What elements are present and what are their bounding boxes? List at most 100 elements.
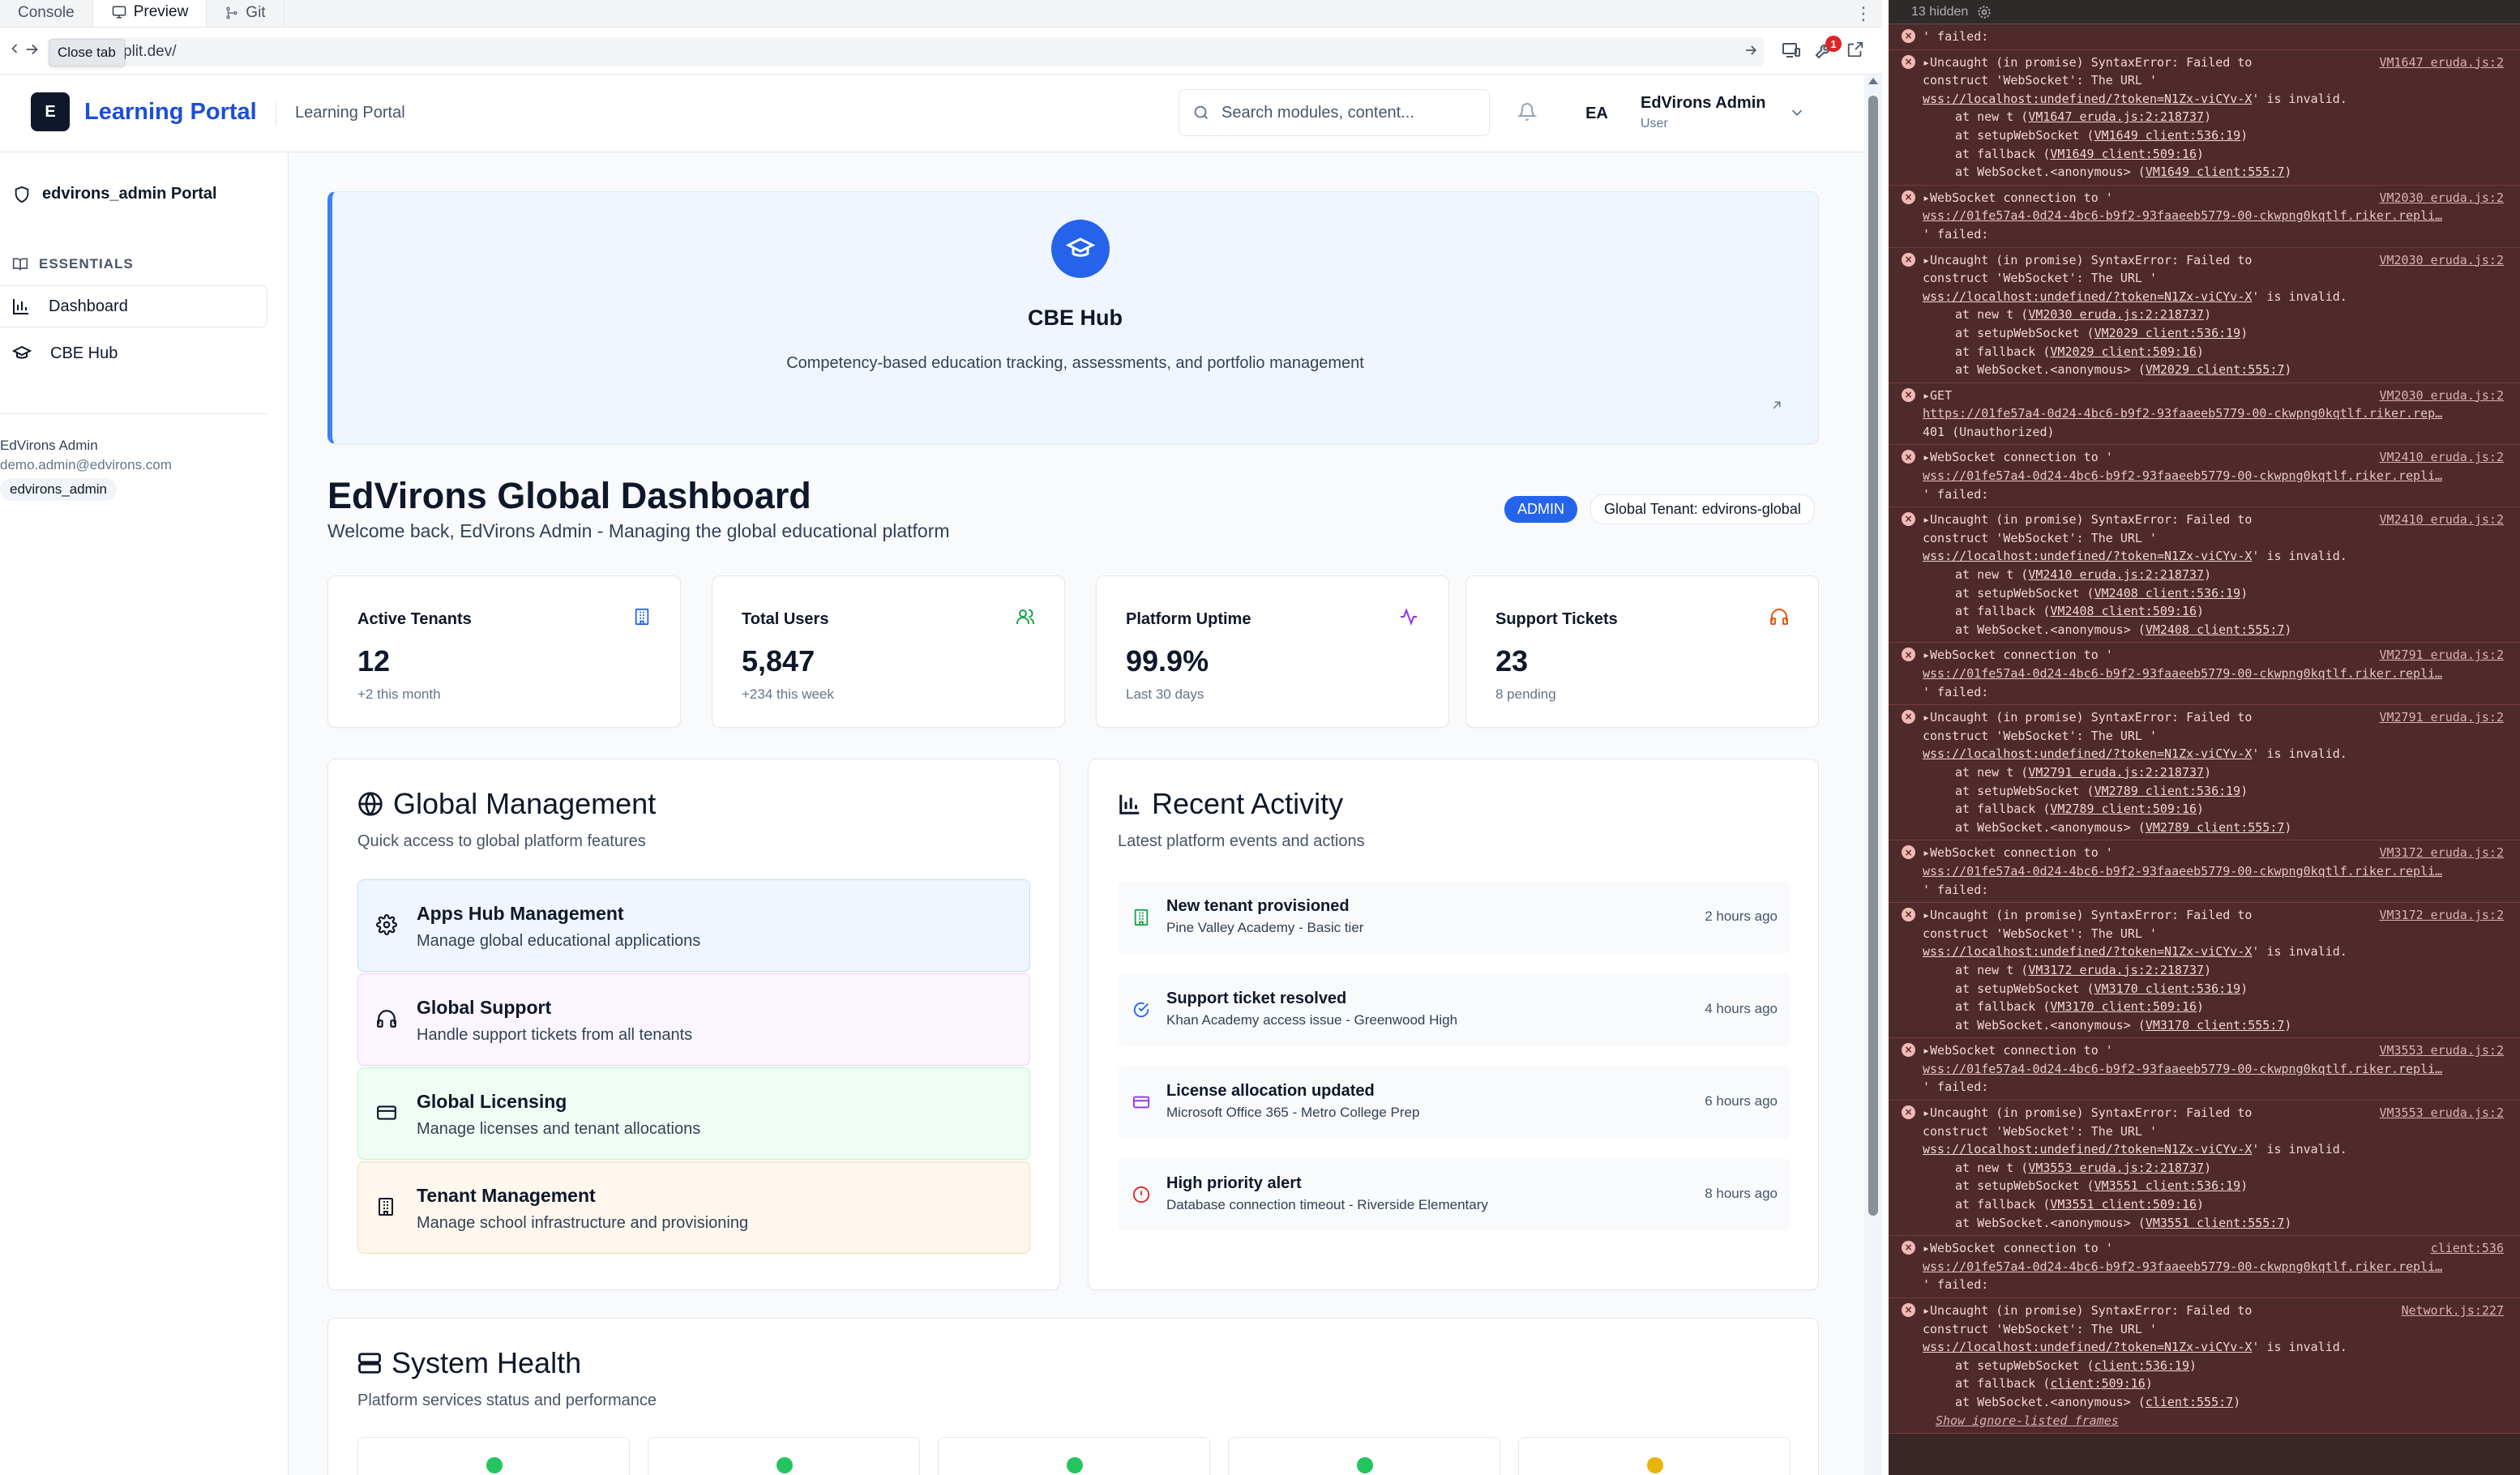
section-label: ESSENTIALS [39, 256, 134, 271]
status-dot [1067, 1457, 1083, 1473]
console-error-entry[interactable]: × ' failed: [1889, 24, 2520, 50]
log-source-link[interactable]: VM2791 eruda.js:2 [2379, 708, 2504, 727]
app-header: E Learning Portal Learning Portal EA EdV… [0, 75, 1864, 152]
tenant-management-link[interactable]: Tenant Management Manage school infrastr… [357, 1161, 1030, 1254]
apps-hub-management-link[interactable]: Apps Hub Management Manage global educat… [357, 879, 1030, 972]
console-error-entry[interactable]: × VM2410 eruda.js:2 ▸WebSocket connection … [1889, 445, 2520, 508]
log-source-link[interactable]: VM2030 eruda.js:2 [2379, 387, 2504, 405]
console-error-entry[interactable]: × Network.js:227 ▸Uncaught (in promise) Sy… [1889, 1298, 2520, 1434]
cbe-hub-card[interactable]: CBE Hub Competency-based education track… [327, 191, 1819, 444]
forward-arrow-icon[interactable] [23, 41, 41, 58]
bell-icon[interactable] [1517, 102, 1537, 122]
tab-preview-label: Preview [133, 3, 189, 20]
log-source-link[interactable]: VM2791 eruda.js:2 [2379, 646, 2504, 665]
log-source-link[interactable]: VM2030 eruda.js:2 [2379, 189, 2504, 207]
hidden-count[interactable]: 13 hidden [1911, 5, 1968, 19]
error-icon: × [1902, 512, 1915, 527]
url-text: plit.dev/ [123, 43, 177, 60]
log-line: wss://01fe57a4-0d24-4bc6-b9f2-93faaeeb57… [1923, 468, 2443, 484]
headphones-icon [1769, 607, 1789, 626]
gear-icon[interactable] [1976, 4, 1992, 20]
log-line: at fallback (VM3551 client:509:16) [1955, 1197, 2205, 1212]
item-description: Manage licenses and tenant allocations [417, 1120, 701, 1138]
console-error-entry[interactable]: × VM3553 eruda.js:2 ▸WebSocket connection … [1889, 1038, 2520, 1101]
scroll-thumb[interactable] [1868, 96, 1878, 1216]
search-input[interactable] [1221, 103, 1465, 122]
activity-icon [1398, 607, 1419, 626]
chevron-down-icon[interactable] [1788, 104, 1806, 122]
search-box[interactable] [1179, 89, 1490, 136]
external-link-icon[interactable] [1846, 41, 1864, 58]
url-field[interactable]: plit.dev/ [53, 37, 1764, 66]
sidebar-item-cbe-hub[interactable]: CBE Hub [0, 332, 267, 374]
log-line: at setupWebSocket (VM2029 client:536:19) [1955, 325, 2248, 340]
console-error-entry[interactable]: × VM1647 eruda.js:2 ▸Uncaught (in promise)… [1889, 49, 2520, 186]
global-support-link[interactable]: Global Support Handle support tickets fr… [357, 973, 1030, 1066]
devices-icon[interactable] [1782, 41, 1801, 60]
users-icon [1016, 607, 1035, 626]
console-error-entry[interactable]: × VM3172 eruda.js:2 ▸Uncaught (in promise)… [1889, 903, 2520, 1039]
log-source-link[interactable]: VM3553 eruda.js:2 [2379, 1041, 2504, 1060]
global-licensing-link[interactable]: Global Licensing Manage licenses and ten… [357, 1067, 1030, 1160]
log-source-link[interactable]: VM3553 eruda.js:2 [2379, 1104, 2504, 1122]
log-source-link[interactable]: VM2410 eruda.js:2 [2379, 511, 2504, 529]
preview-scrollbar[interactable] [1864, 75, 1882, 1475]
console-error-entry[interactable]: × VM2030 eruda.js:2 ▸WebSocket connection … [1889, 185, 2520, 248]
back-arrow-icon[interactable] [6, 41, 23, 57]
sidebar-item-label: CBE Hub [50, 344, 118, 362]
welcome-text: Welcome back, EdVirons Admin - Managing … [327, 520, 950, 541]
log-source-link[interactable]: VM1647 eruda.js:2 [2379, 53, 2504, 72]
item-description: Manage global educational applications [417, 932, 701, 950]
console-error-entry[interactable]: × client:536 ▸WebSocket connection to ' wss… [1889, 1236, 2520, 1298]
log-line: at setupWebSocket (VM3170 client:536:19) [1955, 981, 2248, 996]
cbe-hub-description: Competency-based education tracking, ass… [786, 354, 1364, 372]
service-status-card [1228, 1437, 1500, 1475]
error-icon: × [1902, 252, 1915, 267]
brand-title[interactable]: Learning Portal [84, 99, 257, 126]
log-source-link[interactable]: VM3172 eruda.js:2 [2379, 906, 2504, 925]
graduation-cap-icon [1051, 220, 1110, 278]
log-line: ' failed: [1923, 882, 1989, 897]
section-subtitle: Latest platform events and actions [1118, 832, 1365, 850]
error-icon: × [1902, 845, 1915, 860]
log-source-link[interactable]: VM2030 eruda.js:2 [2379, 251, 2504, 270]
tab-preview[interactable]: Preview [92, 0, 208, 27]
console-error-entry[interactable]: × VM2030 eruda.js:2 ▸Uncaught (in promise)… [1889, 247, 2520, 383]
console-error-entry[interactable]: × VM2410 eruda.js:2 ▸Uncaught (in promise)… [1889, 507, 2520, 643]
log-line: construct 'WebSocket': The URL ' [1923, 728, 2157, 743]
log-source-link[interactable]: client:536 [2431, 1239, 2504, 1258]
log-source-link[interactable]: Network.js:227 [2402, 1302, 2504, 1320]
building-icon [376, 1196, 396, 1217]
log-source-link[interactable]: VM3172 eruda.js:2 [2379, 844, 2504, 862]
notification-badge: 1 [1825, 36, 1842, 52]
console-error-entry[interactable]: × VM3172 eruda.js:2 ▸WebSocket connection … [1889, 840, 2520, 904]
section-title: Recent Activity [1152, 787, 1344, 820]
monitor-icon [111, 5, 127, 19]
sidebar-item-dashboard[interactable]: Dashboard [0, 285, 267, 327]
console-error-entry[interactable]: × VM2791 eruda.js:2 ▸Uncaught (in promise)… [1889, 705, 2520, 841]
more-options-icon[interactable]: ⋮ [1855, 3, 1872, 24]
gear-icon [376, 914, 397, 935]
go-arrow-icon[interactable] [1743, 42, 1759, 58]
shield-icon [13, 186, 31, 203]
tab-console[interactable]: Console [0, 0, 93, 27]
activity-time: 6 hours ago [1705, 1093, 1778, 1109]
console-error-entry[interactable]: × VM2791 eruda.js:2 ▸WebSocket connection … [1889, 643, 2520, 706]
console-error-entry[interactable]: × VM2030 eruda.js:2 ▸GET https://01fe57a4-0… [1889, 383, 2520, 446]
console-error-entry[interactable]: × VM3553 eruda.js:2 ▸Uncaught (in promise)… [1889, 1101, 2520, 1237]
log-source-link[interactable]: VM2410 eruda.js:2 [2379, 448, 2504, 467]
user-name[interactable]: EdVirons Admin [1641, 94, 1765, 113]
tab-git[interactable]: Git [207, 0, 285, 27]
logo[interactable]: E [31, 92, 70, 131]
stat-label: Active Tenants [357, 610, 472, 628]
stat-card-support-tickets: Support Tickets 23 8 pending [1465, 575, 1819, 728]
log-line: construct 'WebSocket': The URL ' [1923, 73, 2157, 88]
section-subtitle: Platform services status and performance [357, 1392, 657, 1409]
stat-sub: 8 pending [1495, 686, 1556, 702]
avatar[interactable]: EA [1579, 96, 1615, 131]
log-line: at fallback (VM2408 client:509:16) [1955, 604, 2205, 619]
scroll-up-arrow-icon[interactable] [1868, 78, 1878, 84]
activity-title: Support ticket resolved [1166, 990, 1347, 1007]
show-ignore-listed-frames-link[interactable]: Show ignore-listed frames [1923, 1412, 2505, 1430]
service-status-card [1518, 1437, 1791, 1475]
